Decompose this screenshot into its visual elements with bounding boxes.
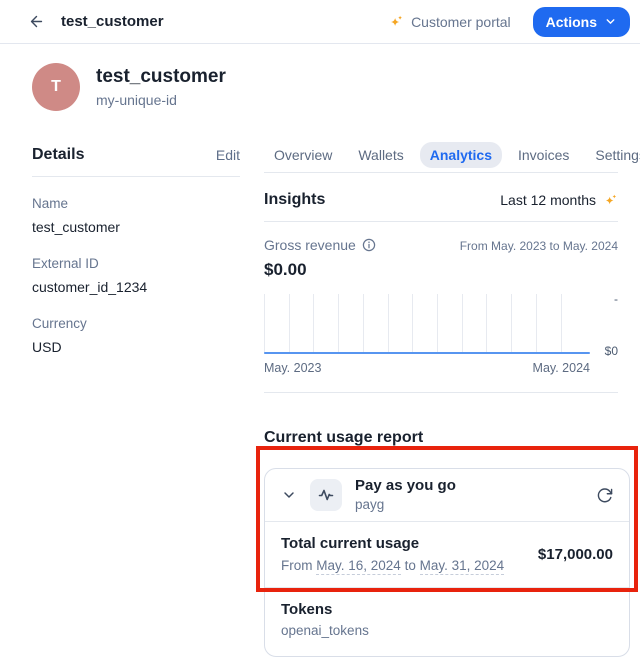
field-label: External ID [32, 255, 240, 273]
y-axis-label-bottom: $0 [605, 344, 618, 358]
chevron-down-icon [604, 15, 617, 28]
chart-gridline [486, 294, 487, 354]
period-start-date[interactable]: May. 16, 2024 [316, 558, 401, 575]
usage-report-title: Current usage report [264, 429, 618, 447]
actions-button-label: Actions [546, 14, 597, 30]
detail-field-name: Name test_customer [32, 195, 240, 237]
chart-divider [264, 392, 618, 393]
period-selector-label: Last 12 months [500, 192, 596, 208]
sparkle-icon [603, 193, 618, 208]
metric-code: openai_tokens [281, 622, 613, 640]
field-value: customer_id_1234 [32, 277, 240, 297]
tab-settings[interactable]: Settings [585, 142, 640, 168]
insights-divider [264, 221, 618, 222]
chart-gridline [511, 294, 512, 354]
plan-name: Pay as you go [355, 476, 456, 495]
chart-gridline [363, 294, 364, 354]
plan-info: Pay as you go payg [355, 476, 456, 514]
period-prefix: From [281, 558, 316, 573]
actions-button[interactable]: Actions [533, 7, 630, 37]
edit-button[interactable]: Edit [216, 147, 240, 163]
customer-identity: test_customer my-unique-id [96, 65, 226, 110]
back-button[interactable] [28, 13, 45, 30]
insights-header: Insights Last 12 months [264, 191, 618, 209]
chart-gridline [388, 294, 389, 354]
total-usage-info: Total current usage From May. 16, 2024 t… [281, 534, 504, 575]
chart-line-series [264, 352, 590, 354]
tab-invoices[interactable]: Invoices [508, 142, 579, 168]
chart-gridline [338, 294, 339, 354]
pulse-icon [318, 487, 334, 503]
top-bar-actions: Customer portal Actions [388, 7, 630, 37]
metric-name: Tokens [281, 600, 613, 619]
gross-revenue-row: Gross revenue From May. 2023 to May. 202… [264, 237, 618, 253]
total-usage-amount: $17,000.00 [538, 546, 613, 563]
details-divider [32, 176, 240, 177]
x-axis-label-left: May. 2023 [264, 361, 321, 375]
customer-portal-label: Customer portal [411, 14, 511, 30]
collapse-toggle-button[interactable] [281, 487, 297, 503]
gross-revenue-chart: - $0 [264, 294, 618, 354]
field-label: Currency [32, 315, 240, 333]
field-value: USD [32, 337, 240, 357]
chevron-down-icon [281, 487, 297, 503]
chart-gridline [536, 294, 537, 354]
x-axis-label-right: May. 2024 [533, 361, 590, 375]
field-value: test_customer [32, 217, 240, 237]
metric-tokens-row: Tokens openai_tokens [265, 588, 629, 656]
usage-report-card: Pay as you go payg Total current usage F… [264, 468, 630, 657]
details-title: Details [32, 146, 84, 164]
customer-portal-link[interactable]: Customer portal [388, 14, 511, 30]
tab-bar: Overview Wallets Analytics Invoices Sett… [264, 140, 618, 170]
y-axis-label-top: - [614, 292, 618, 306]
chart-gridline [289, 294, 290, 354]
chart-gridline [437, 294, 438, 354]
total-usage-period: From May. 16, 2024 to May. 31, 2024 [281, 556, 504, 575]
insights-title: Insights [264, 191, 325, 209]
arrow-left-icon [28, 13, 45, 30]
plan-row: Pay as you go payg [265, 469, 629, 521]
refresh-icon [596, 487, 613, 504]
details-header: Details Edit [32, 142, 240, 168]
customer-external-id: my-unique-id [96, 91, 226, 110]
period-end-date[interactable]: May. 31, 2024 [420, 558, 505, 575]
gross-revenue-value: $0.00 [264, 260, 618, 280]
detail-field-currency: Currency USD [32, 315, 240, 357]
field-label: Name [32, 195, 240, 213]
chart-gridline [313, 294, 314, 354]
avatar-initial: T [51, 78, 61, 96]
refresh-button[interactable] [596, 487, 613, 504]
plan-code: payg [355, 496, 456, 514]
top-bar-title: test_customer [61, 13, 164, 30]
customer-name: test_customer [96, 65, 226, 89]
avatar: T [32, 63, 80, 111]
customer-header: T test_customer my-unique-id [32, 63, 226, 111]
tab-analytics[interactable]: Analytics [420, 142, 502, 168]
period-selector[interactable]: Last 12 months [500, 192, 618, 208]
chart-gridline [264, 294, 265, 354]
total-usage-label: Total current usage [281, 534, 504, 553]
chart-gridline [412, 294, 413, 354]
gross-revenue-range: From May. 2023 to May. 2024 [460, 237, 618, 253]
details-panel: Details Edit Name test_customer External… [32, 142, 240, 357]
tab-overview[interactable]: Overview [264, 142, 342, 168]
info-icon[interactable] [362, 238, 376, 252]
detail-field-external-id: External ID customer_id_1234 [32, 255, 240, 297]
chart-gridline [561, 294, 562, 354]
main-content: Overview Wallets Analytics Invoices Sett… [264, 140, 618, 657]
sparkle-icon [388, 14, 404, 30]
chart-x-axis: May. 2023 May. 2024 [264, 361, 618, 375]
gross-revenue-label-group: Gross revenue [264, 237, 376, 253]
chart-plot-area [264, 294, 590, 354]
chart-gridline [462, 294, 463, 354]
plan-badge [310, 479, 342, 511]
tabs-divider [264, 172, 618, 173]
chart-gridlines [264, 294, 561, 354]
tab-wallets[interactable]: Wallets [348, 142, 413, 168]
total-usage-row: Total current usage From May. 16, 2024 t… [265, 522, 629, 587]
top-bar: test_customer Customer portal Actions [0, 0, 640, 44]
gross-revenue-label: Gross revenue [264, 237, 356, 253]
period-middle: to [401, 558, 420, 573]
